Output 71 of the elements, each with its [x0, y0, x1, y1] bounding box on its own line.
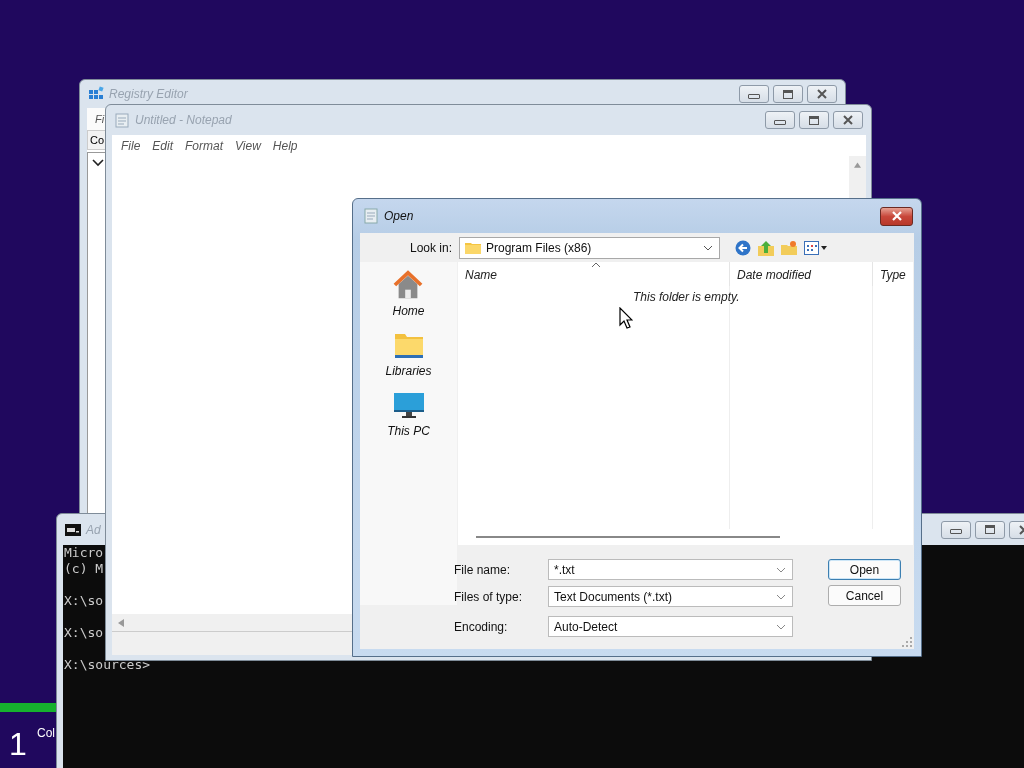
close-icon: [890, 211, 903, 221]
chevron-icon[interactable]: [92, 159, 104, 167]
dropdown-field[interactable]: Text Documents (*.txt): [548, 586, 793, 607]
console-icon: [65, 523, 81, 536]
chevron-down-icon: [703, 244, 713, 251]
look-in-label: Look in:: [408, 240, 453, 255]
menu-item[interactable]: Fi: [95, 113, 105, 125]
step-label: Col: [37, 726, 55, 740]
close-icon: [816, 89, 828, 99]
console-line: X:\so: [64, 593, 104, 608]
minimize-button[interactable]: [765, 111, 795, 129]
column-header[interactable]: Date modified: [730, 262, 873, 286]
field-label: Files of type:: [454, 589, 524, 604]
mouse-pointer-icon: [619, 307, 633, 329]
resize-grip-icon[interactable]: [902, 637, 912, 647]
window-title: Registry Editor: [109, 87, 188, 101]
maximize-button[interactable]: [773, 85, 803, 103]
minimize-icon: [950, 529, 962, 534]
place-item[interactable]: This PC: [387, 390, 430, 450]
close-button[interactable]: [833, 111, 863, 129]
window-title: Untitled - Notepad: [135, 113, 232, 127]
menu-item[interactable]: File: [121, 138, 141, 153]
place-item[interactable]: Home: [392, 270, 425, 330]
menu-item[interactable]: View: [235, 138, 261, 153]
column-header[interactable]: Type: [873, 262, 913, 286]
console-line: X:\sources>: [64, 657, 151, 672]
console-line: (c) M: [64, 561, 104, 576]
close-icon: [842, 115, 854, 125]
window-title: Ad: [86, 522, 101, 537]
sort-caret-icon: [591, 262, 601, 268]
field-label: Encoding:: [454, 619, 509, 634]
chevron-down-icon: [776, 566, 786, 573]
scrollbar-thumb[interactable]: [476, 536, 780, 538]
home-icon: [392, 270, 425, 300]
notepad-icon: [363, 208, 379, 224]
menu-item[interactable]: Format: [185, 138, 224, 153]
grid-icon: [88, 86, 104, 102]
console-line: X:\so: [64, 625, 104, 640]
maximize-icon: [783, 89, 793, 99]
look-in-dropdown[interactable]: Program Files (x86): [459, 236, 720, 259]
close-button[interactable]: [880, 206, 913, 226]
dropdown-field[interactable]: Auto-Detect: [548, 616, 793, 637]
dropdown-field[interactable]: *.txt: [548, 559, 793, 580]
view-menu-icon[interactable]: [804, 239, 828, 256]
step-number: 1: [9, 726, 27, 762]
field-label: File name:: [454, 562, 512, 577]
chevron-down-icon: [776, 623, 786, 630]
console-line: Micro: [64, 545, 104, 560]
dialog-button[interactable]: Cancel: [828, 585, 901, 606]
menu-item[interactable]: Help: [272, 138, 298, 153]
menu-item[interactable]: Edit: [152, 138, 174, 153]
maximize-button[interactable]: [799, 111, 829, 129]
minimize-icon: [774, 119, 786, 125]
minimize-button[interactable]: [941, 520, 971, 539]
empty-message: This folder is empty.: [633, 290, 740, 304]
notepad-icon: [114, 112, 130, 128]
file-list[interactable]: Name Date modified Type This folder is empty.: [458, 262, 913, 545]
close-button[interactable]: [807, 85, 837, 103]
monitor-icon: [392, 390, 425, 420]
maximize-button[interactable]: [975, 520, 1005, 539]
folder-icon: [465, 241, 481, 254]
place-item[interactable]: Libraries: [385, 330, 432, 390]
dialog-button[interactable]: Open: [828, 559, 901, 580]
back-icon[interactable]: [735, 239, 751, 256]
maximize-icon: [985, 525, 995, 534]
maximize-icon: [809, 115, 819, 125]
chevron-down-icon: [776, 593, 786, 600]
window-title: Open: [384, 209, 414, 223]
minimize-button[interactable]: [739, 85, 769, 103]
column-header[interactable]: Name: [458, 262, 730, 286]
minimize-icon: [748, 93, 760, 99]
